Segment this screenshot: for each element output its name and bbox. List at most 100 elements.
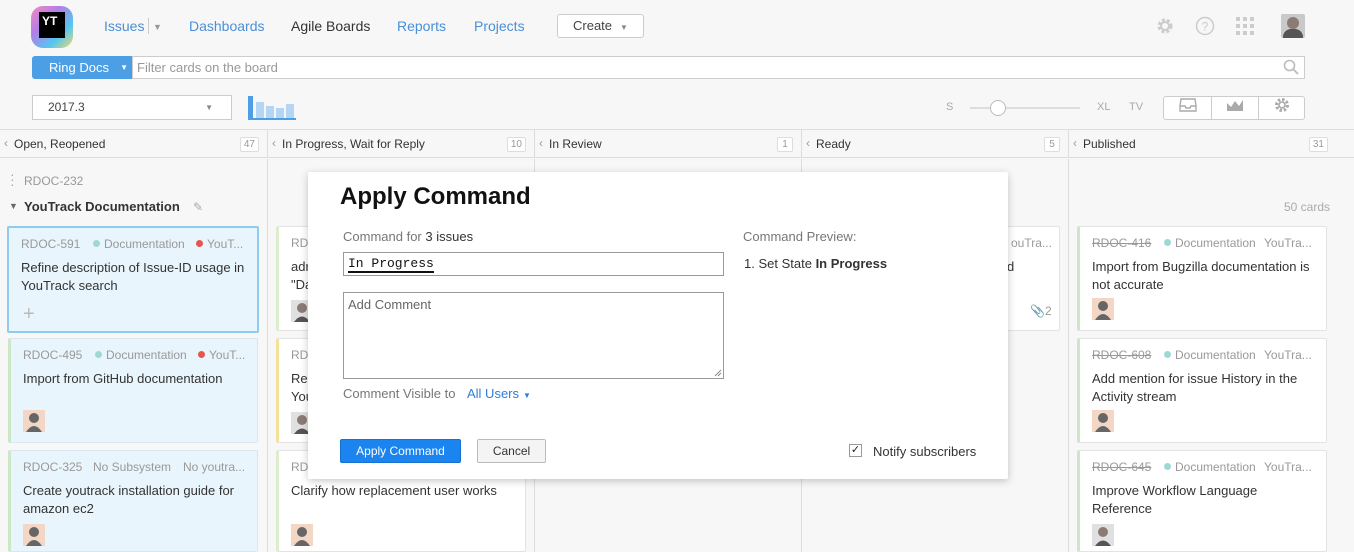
issue-id[interactable]: RDOC-645 (1092, 460, 1151, 474)
notify-subscribers-checkbox[interactable]: ✓ (849, 444, 862, 457)
collapse-chevron-icon[interactable]: ‹ (1073, 136, 1077, 150)
sprint-select[interactable]: 2017.3 ▼ (32, 95, 232, 120)
tag-field[interactable]: YouTra... (1264, 236, 1322, 250)
command-input-value: In Progress (348, 256, 434, 273)
issue-card[interactable]: RDOC-325 No Subsystem No youtra... Creat… (8, 450, 258, 552)
edit-pencil-icon[interactable]: ✎ (193, 200, 203, 214)
nav-dashboards[interactable]: Dashboards (189, 18, 265, 34)
column-header-in-progress[interactable]: ‹ In Progress, Wait for Reply 10 (267, 130, 534, 158)
project-selector-button[interactable]: Ring Docs ▼ (32, 56, 132, 79)
attachment-count[interactable]: 📎2 (1030, 304, 1052, 318)
issue-summary[interactable]: Improve Workflow Language Reference (1092, 482, 1320, 518)
resize-grip-icon[interactable] (714, 369, 722, 377)
nav-issues[interactable]: Issues (104, 18, 144, 34)
subsystem-field[interactable]: Documentation (1164, 348, 1259, 362)
issue-card[interactable]: RDOC-416 Documentation YouTra... Import … (1077, 226, 1327, 331)
subsystem-field[interactable]: Documentation (1164, 236, 1259, 250)
apply-command-button[interactable]: Apply Command (340, 439, 461, 463)
issue-id[interactable]: RDOC-591 (21, 237, 80, 251)
issue-summary[interactable]: Import from Bugzilla documentation is no… (1092, 258, 1320, 294)
issue-summary[interactable]: d (1007, 258, 1047, 276)
parent-issue-id[interactable]: RDOC-232 (24, 174, 83, 188)
assignee-avatar[interactable] (1092, 524, 1114, 546)
board-search-input[interactable]: Filter cards on the board (132, 56, 1305, 79)
issue-summary[interactable]: Create youtrack installation guide for a… (23, 482, 251, 518)
collapse-chevron-icon[interactable]: ‹ (272, 136, 276, 150)
swimlane-title[interactable]: YouTrack Documentation (24, 199, 180, 214)
issue-summary[interactable]: Add mention for issue History in the Act… (1092, 370, 1320, 406)
issue-count: 3 issues (425, 229, 474, 244)
search-icon[interactable] (1282, 58, 1300, 76)
comment-textarea[interactable]: Add Comment (343, 292, 724, 379)
issue-id[interactable]: RD (291, 460, 308, 474)
tag-field[interactable]: YouTra... (1264, 460, 1322, 474)
issue-card[interactable]: RDOC-645 Documentation YouTra... Improve… (1077, 450, 1327, 552)
subsystem-field[interactable]: No Subsystem (93, 460, 178, 474)
subsystem-field[interactable]: Documentation (93, 237, 188, 251)
nav-reports[interactable]: Reports (397, 18, 446, 34)
command-input[interactable]: In Progress (343, 252, 724, 276)
inbox-icon[interactable] (1164, 97, 1211, 119)
collapse-chevron-icon[interactable]: ‹ (806, 136, 810, 150)
issue-id[interactable]: RD (291, 236, 308, 250)
issue-id[interactable]: RDOC-325 (23, 460, 82, 474)
collapse-triangle-icon[interactable]: ▼ (9, 201, 18, 211)
add-assignee-icon[interactable]: + (23, 303, 35, 326)
chevron-down-icon[interactable]: ▼ (153, 22, 162, 32)
tag-field[interactable]: No youtra... (183, 460, 255, 474)
board-tools (1163, 96, 1305, 120)
paperclip-icon: 📎 (1030, 304, 1045, 318)
column-count: 5 (1044, 137, 1060, 152)
column-header-published[interactable]: ‹ Published 31 (1068, 130, 1336, 158)
youtrack-logo[interactable]: YT (31, 6, 73, 48)
tag-field[interactable]: YouT... (198, 348, 256, 362)
issue-summary[interactable]: Import from GitHub documentation (23, 370, 251, 388)
column-header-in-review[interactable]: ‹ In Review 1 (534, 130, 801, 158)
help-icon[interactable]: ? (1195, 16, 1215, 36)
tag-field[interactable]: ouTra... (1011, 236, 1059, 250)
nav-agile-boards[interactable]: Agile Boards (291, 18, 370, 34)
issue-summary[interactable]: Clarify how replacement user works (291, 482, 519, 500)
notify-subscribers-label[interactable]: Notify subscribers (873, 444, 976, 459)
command-for-label: Command for 3 issues (343, 229, 474, 244)
create-button[interactable]: Create ▼ (557, 14, 644, 38)
tag-field[interactable]: YouTra... (1264, 348, 1322, 362)
collapse-chevron-icon[interactable]: ‹ (4, 136, 8, 150)
column-count: 1 (777, 137, 793, 152)
subsystem-field[interactable]: Documentation (95, 348, 190, 362)
issue-id[interactable]: RDOC-608 (1092, 348, 1151, 362)
card-size-slider-thumb[interactable] (989, 100, 1006, 116)
assignee-avatar[interactable] (1092, 410, 1114, 432)
collapse-chevron-icon[interactable]: ‹ (539, 136, 543, 150)
column-header-open[interactable]: ‹ Open, Reopened 47 (0, 130, 267, 158)
assignee-avatar[interactable] (23, 410, 45, 432)
subsystem-field[interactable]: Documentation (1164, 460, 1259, 474)
chart-icon[interactable] (1211, 97, 1258, 119)
drag-handle-icon[interactable]: · · · (10, 167, 15, 191)
dialog-title: Apply Command (340, 183, 531, 210)
column-header-ready[interactable]: ‹ Ready 5 (801, 130, 1068, 158)
assignee-avatar[interactable] (1092, 298, 1114, 320)
tag-field[interactable]: YouT... (196, 237, 254, 251)
issue-id[interactable]: RD (291, 348, 308, 362)
issue-summary[interactable]: Refine description of Issue-ID usage in … (21, 259, 249, 295)
size-label-s: S (946, 101, 954, 113)
issue-card[interactable]: RDOC-608 Documentation YouTra... Add men… (1077, 338, 1327, 443)
issue-card[interactable]: RDOC-495 Documentation YouT... Import fr… (8, 338, 258, 443)
issue-id[interactable]: RDOC-416 (1092, 236, 1151, 250)
card-size-slider[interactable] (970, 107, 1080, 109)
issue-card[interactable]: RDOC-591 Documentation YouT... Refine de… (7, 226, 259, 333)
nav-projects[interactable]: Projects (474, 18, 525, 34)
cancel-button[interactable]: Cancel (477, 439, 546, 463)
settings-icon[interactable] (1258, 97, 1305, 119)
search-placeholder: Filter cards on the board (137, 60, 278, 75)
settings-icon[interactable] (1155, 16, 1175, 36)
assignee-avatar[interactable] (291, 524, 313, 546)
assignee-avatar[interactable] (23, 524, 45, 546)
size-label-tv[interactable]: TV (1129, 101, 1143, 113)
user-avatar[interactable] (1281, 14, 1305, 38)
issue-id[interactable]: RDOC-495 (23, 348, 82, 362)
apps-grid-icon[interactable] (1235, 16, 1255, 36)
burndown-chart-icon[interactable] (248, 96, 296, 120)
visibility-dropdown[interactable]: All Users ▼ (467, 386, 531, 401)
